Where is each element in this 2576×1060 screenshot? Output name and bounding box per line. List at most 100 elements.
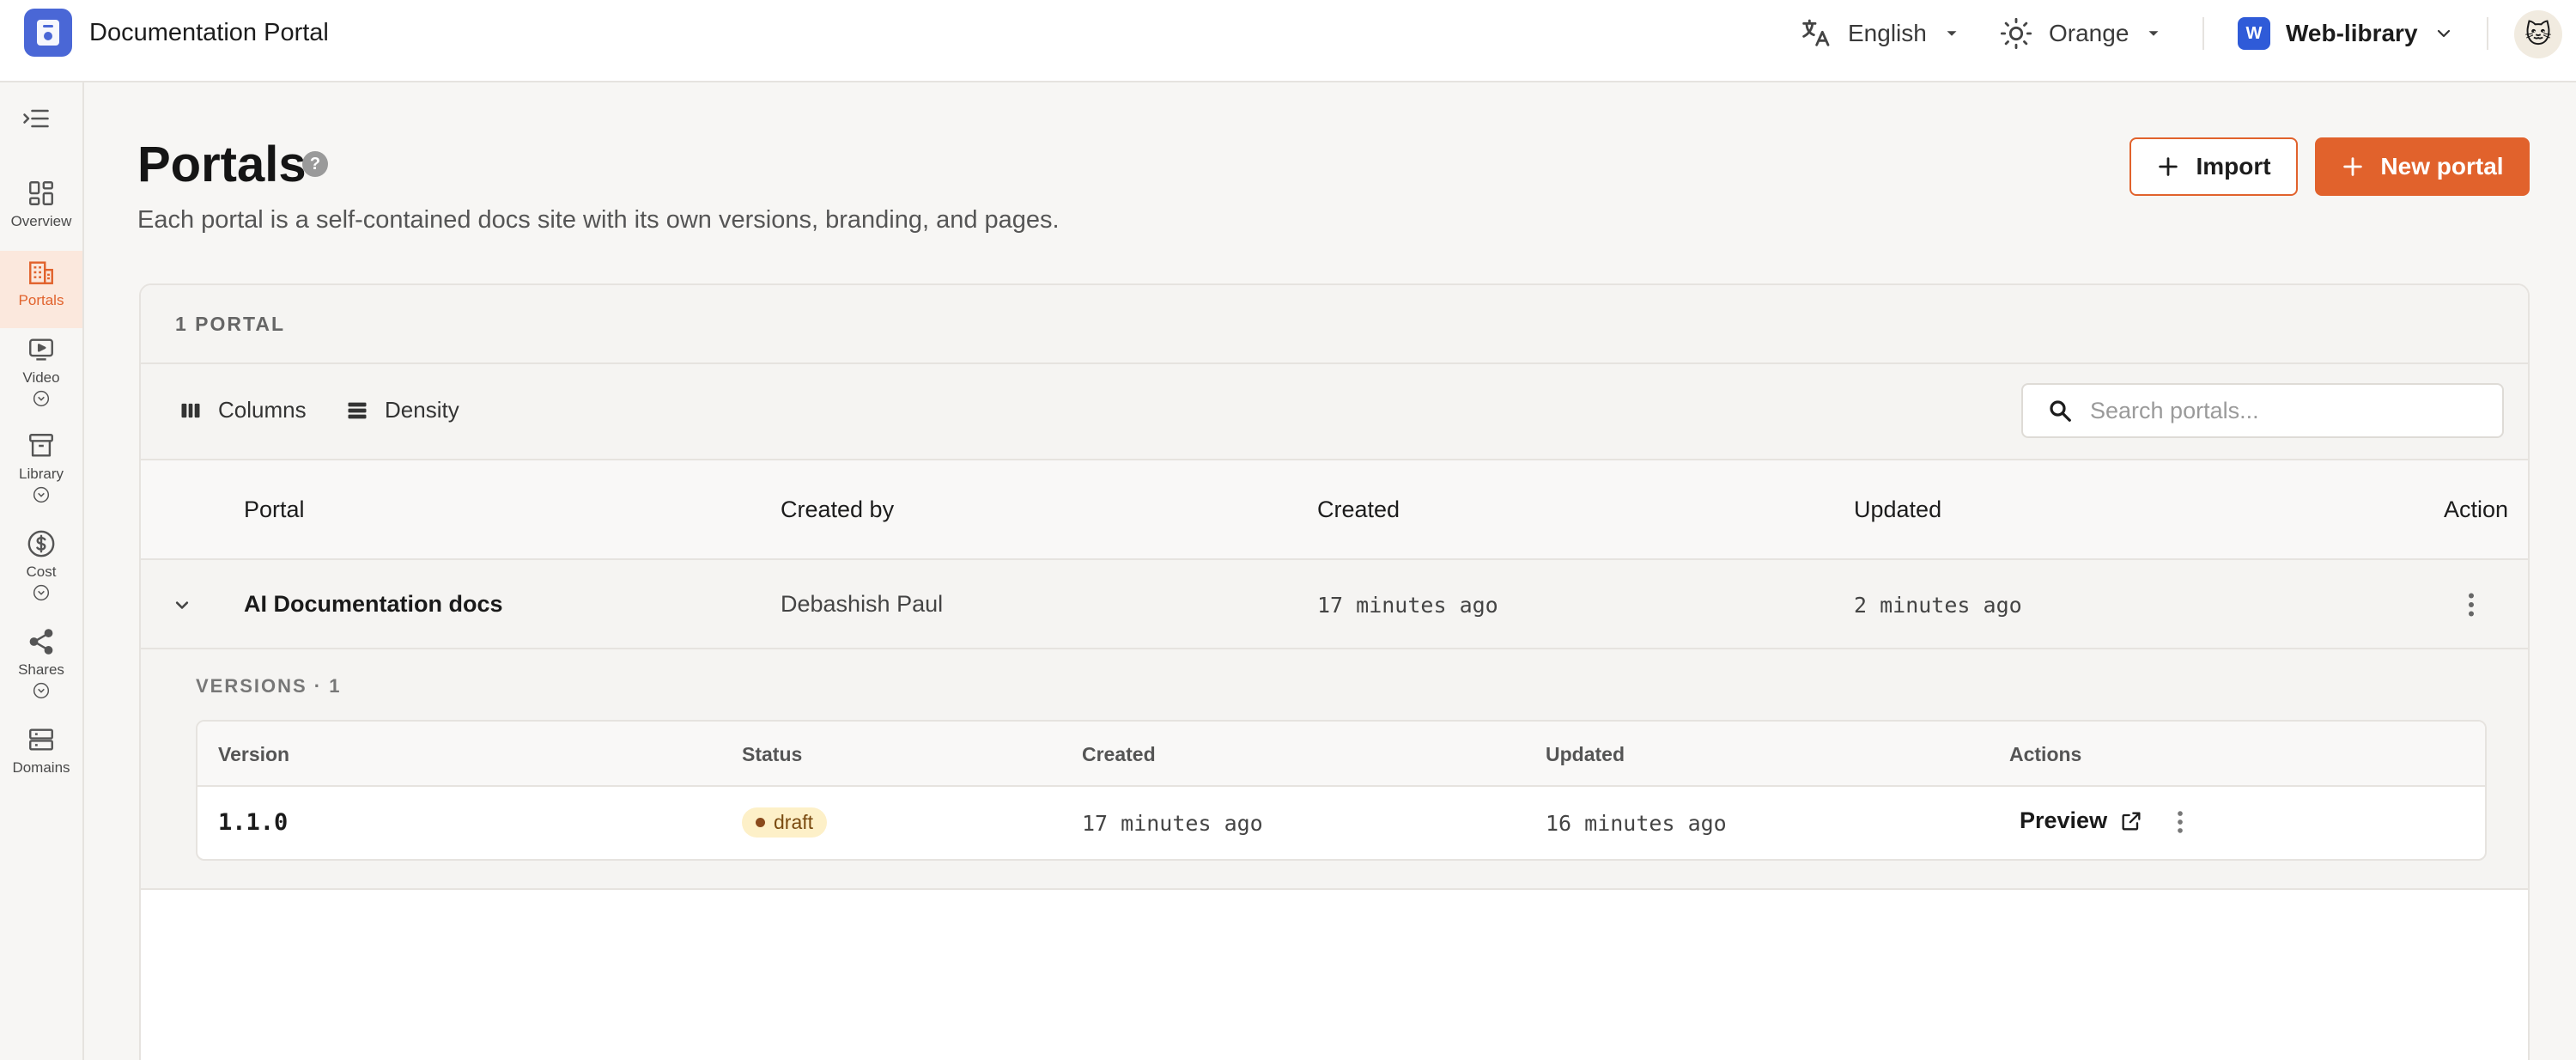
help-icon[interactable]: ? (302, 151, 328, 177)
chevron-circle-down-icon (33, 486, 50, 503)
user-avatar[interactable]: 🐱 (2514, 10, 2562, 58)
top-bar: Documentation Portal English Orange W We… (0, 0, 2576, 82)
portals-panel: 1 PORTAL Columns Density Portal Created … (139, 283, 2530, 1060)
sidebar-item-label: Shares (18, 661, 64, 678)
workspace-badge: W (2238, 17, 2270, 50)
divider (2487, 17, 2488, 50)
divider (2202, 17, 2204, 50)
column-header-created-by[interactable]: Created by (781, 496, 894, 523)
search-input[interactable] (2090, 397, 2494, 424)
theme-selector[interactable]: Orange (1999, 12, 2163, 55)
status-dot (756, 818, 765, 827)
density-icon (348, 402, 367, 418)
import-label: Import (2196, 153, 2271, 180)
translate-icon (1802, 19, 1830, 46)
versions-label: VERSIONS · 1 (196, 675, 342, 697)
sidebar-item-domains[interactable]: Domains (0, 725, 82, 790)
version-value: 1.1.0 (218, 809, 289, 836)
column-header-updated[interactable]: Updated (1854, 496, 1941, 523)
dollar-icon (27, 530, 55, 557)
column-header-updated: Updated (1546, 743, 1625, 765)
preview-link[interactable]: Preview (2020, 807, 2143, 834)
versions-table-header: Version Status Created Updated Actions (197, 722, 2485, 787)
new-portal-button[interactable]: New portal (2315, 137, 2530, 196)
sidebar-item-portals[interactable]: Portals (0, 251, 82, 328)
density-label: Density (385, 397, 459, 423)
column-header-action: Action (2444, 496, 2509, 522)
archive-icon (29, 434, 53, 457)
plus-icon (2343, 157, 2363, 176)
page-subtitle: Each portal is a self-contained docs sit… (137, 206, 1060, 234)
chevron-circle-down-icon (33, 682, 50, 699)
version-updated-value: 16 minutes ago (1546, 811, 1727, 836)
density-button[interactable]: Density (345, 397, 459, 423)
sidebar-item-label: Portals (18, 292, 64, 308)
status-badge: draft (742, 807, 828, 838)
portal-count: 1 PORTAL (141, 285, 2528, 364)
chevron-circle-down-icon (33, 584, 50, 601)
video-icon (29, 338, 53, 361)
table-header: Portal Created by Created Updated Action (141, 460, 2528, 560)
building-icon (29, 261, 53, 284)
sidebar-item-cost[interactable]: Cost (0, 529, 82, 620)
chevron-down-icon (2437, 29, 2450, 38)
column-header-portal[interactable]: Portal (244, 496, 305, 523)
created-value: 17 minutes ago (1317, 593, 1498, 618)
grid-icon (29, 181, 53, 205)
column-header-created[interactable]: Created (1317, 496, 1400, 523)
portal-name[interactable]: AI Documentation docs (244, 591, 503, 618)
app-title: Documentation Portal (89, 19, 329, 46)
sidebar-item-video[interactable]: Video (0, 335, 82, 424)
main-content: Portals ? Each portal is a self-containe… (84, 82, 2576, 1060)
import-button[interactable]: Import (2129, 137, 2298, 196)
language-selector[interactable]: English (1798, 12, 1961, 55)
page-title: Portals (137, 137, 307, 192)
sidebar-toggle-icon[interactable] (21, 103, 52, 134)
server-icon (29, 728, 53, 751)
column-header-status: Status (742, 743, 803, 765)
app-logo[interactable] (24, 9, 72, 57)
sidebar-item-shares[interactable]: Shares (0, 627, 82, 718)
table-row[interactable]: AI Documentation docs Debashish Paul 17 … (141, 560, 2528, 649)
sidebar-item-label: Video (22, 369, 60, 386)
workspace-label: Web-library (2286, 20, 2418, 46)
updated-value: 2 minutes ago (1854, 593, 2022, 618)
theme-label: Orange (2049, 20, 2129, 46)
column-header-version: Version (218, 743, 290, 765)
columns-label: Columns (218, 397, 307, 423)
caret-down-icon (1947, 31, 1957, 36)
sidebar-item-library[interactable]: Library (0, 431, 82, 522)
more-vertical-icon[interactable] (2166, 807, 2195, 837)
versions-section: VERSIONS · 1 Version Status Created Upda… (141, 649, 2528, 890)
table-toolbar: Columns Density (141, 364, 2528, 460)
sidebar-item-overview[interactable]: Overview (0, 179, 82, 242)
sun-icon (2000, 17, 2032, 50)
search-icon (2050, 400, 2071, 422)
chevron-down-icon[interactable] (170, 593, 194, 617)
columns-icon (181, 403, 200, 417)
share-icon (29, 629, 53, 655)
sidebar-item-label: Domains (12, 759, 70, 776)
sidebar: Overview Portals Video Library Cost Shar… (0, 82, 84, 1060)
versions-table: Version Status Created Updated Actions 1… (196, 720, 2487, 861)
search-box (2021, 383, 2504, 438)
sidebar-item-label: Cost (26, 564, 57, 580)
chevron-circle-down-icon (33, 390, 50, 407)
version-created-value: 17 minutes ago (1082, 811, 1263, 836)
language-label: English (1848, 20, 1927, 46)
column-header-actions: Actions (2009, 743, 2082, 765)
caret-down-icon (2148, 31, 2159, 36)
new-portal-label: New portal (2380, 153, 2504, 180)
created-by-value: Debashish Paul (781, 591, 944, 617)
more-vertical-icon[interactable] (2456, 589, 2487, 620)
portal-logo-icon (37, 20, 59, 46)
sidebar-item-label: Library (19, 466, 64, 482)
sidebar-item-label: Overview (10, 213, 72, 229)
status-label: draft (774, 811, 814, 833)
column-header-created: Created (1082, 743, 1156, 765)
workspace-selector[interactable]: W Web-library (2238, 12, 2454, 55)
version-row: 1.1.0 draft 17 minutes ago 16 minutes ag… (197, 787, 2485, 859)
preview-label: Preview (2020, 807, 2108, 833)
plus-icon (2159, 157, 2178, 176)
columns-button[interactable]: Columns (179, 397, 307, 423)
